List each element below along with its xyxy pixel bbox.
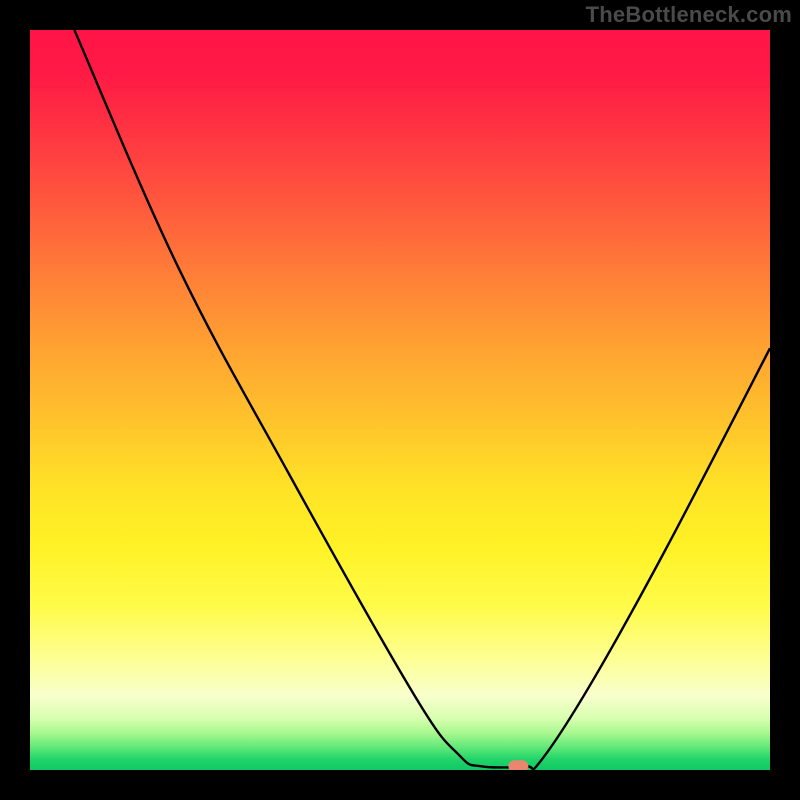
bottleneck-curve — [74, 30, 770, 769]
optimal-point-marker — [508, 760, 528, 770]
watermark-text: TheBottleneck.com — [586, 2, 792, 28]
plot-area — [30, 30, 770, 770]
curve-svg — [30, 30, 770, 770]
chart-frame: TheBottleneck.com — [0, 0, 800, 800]
